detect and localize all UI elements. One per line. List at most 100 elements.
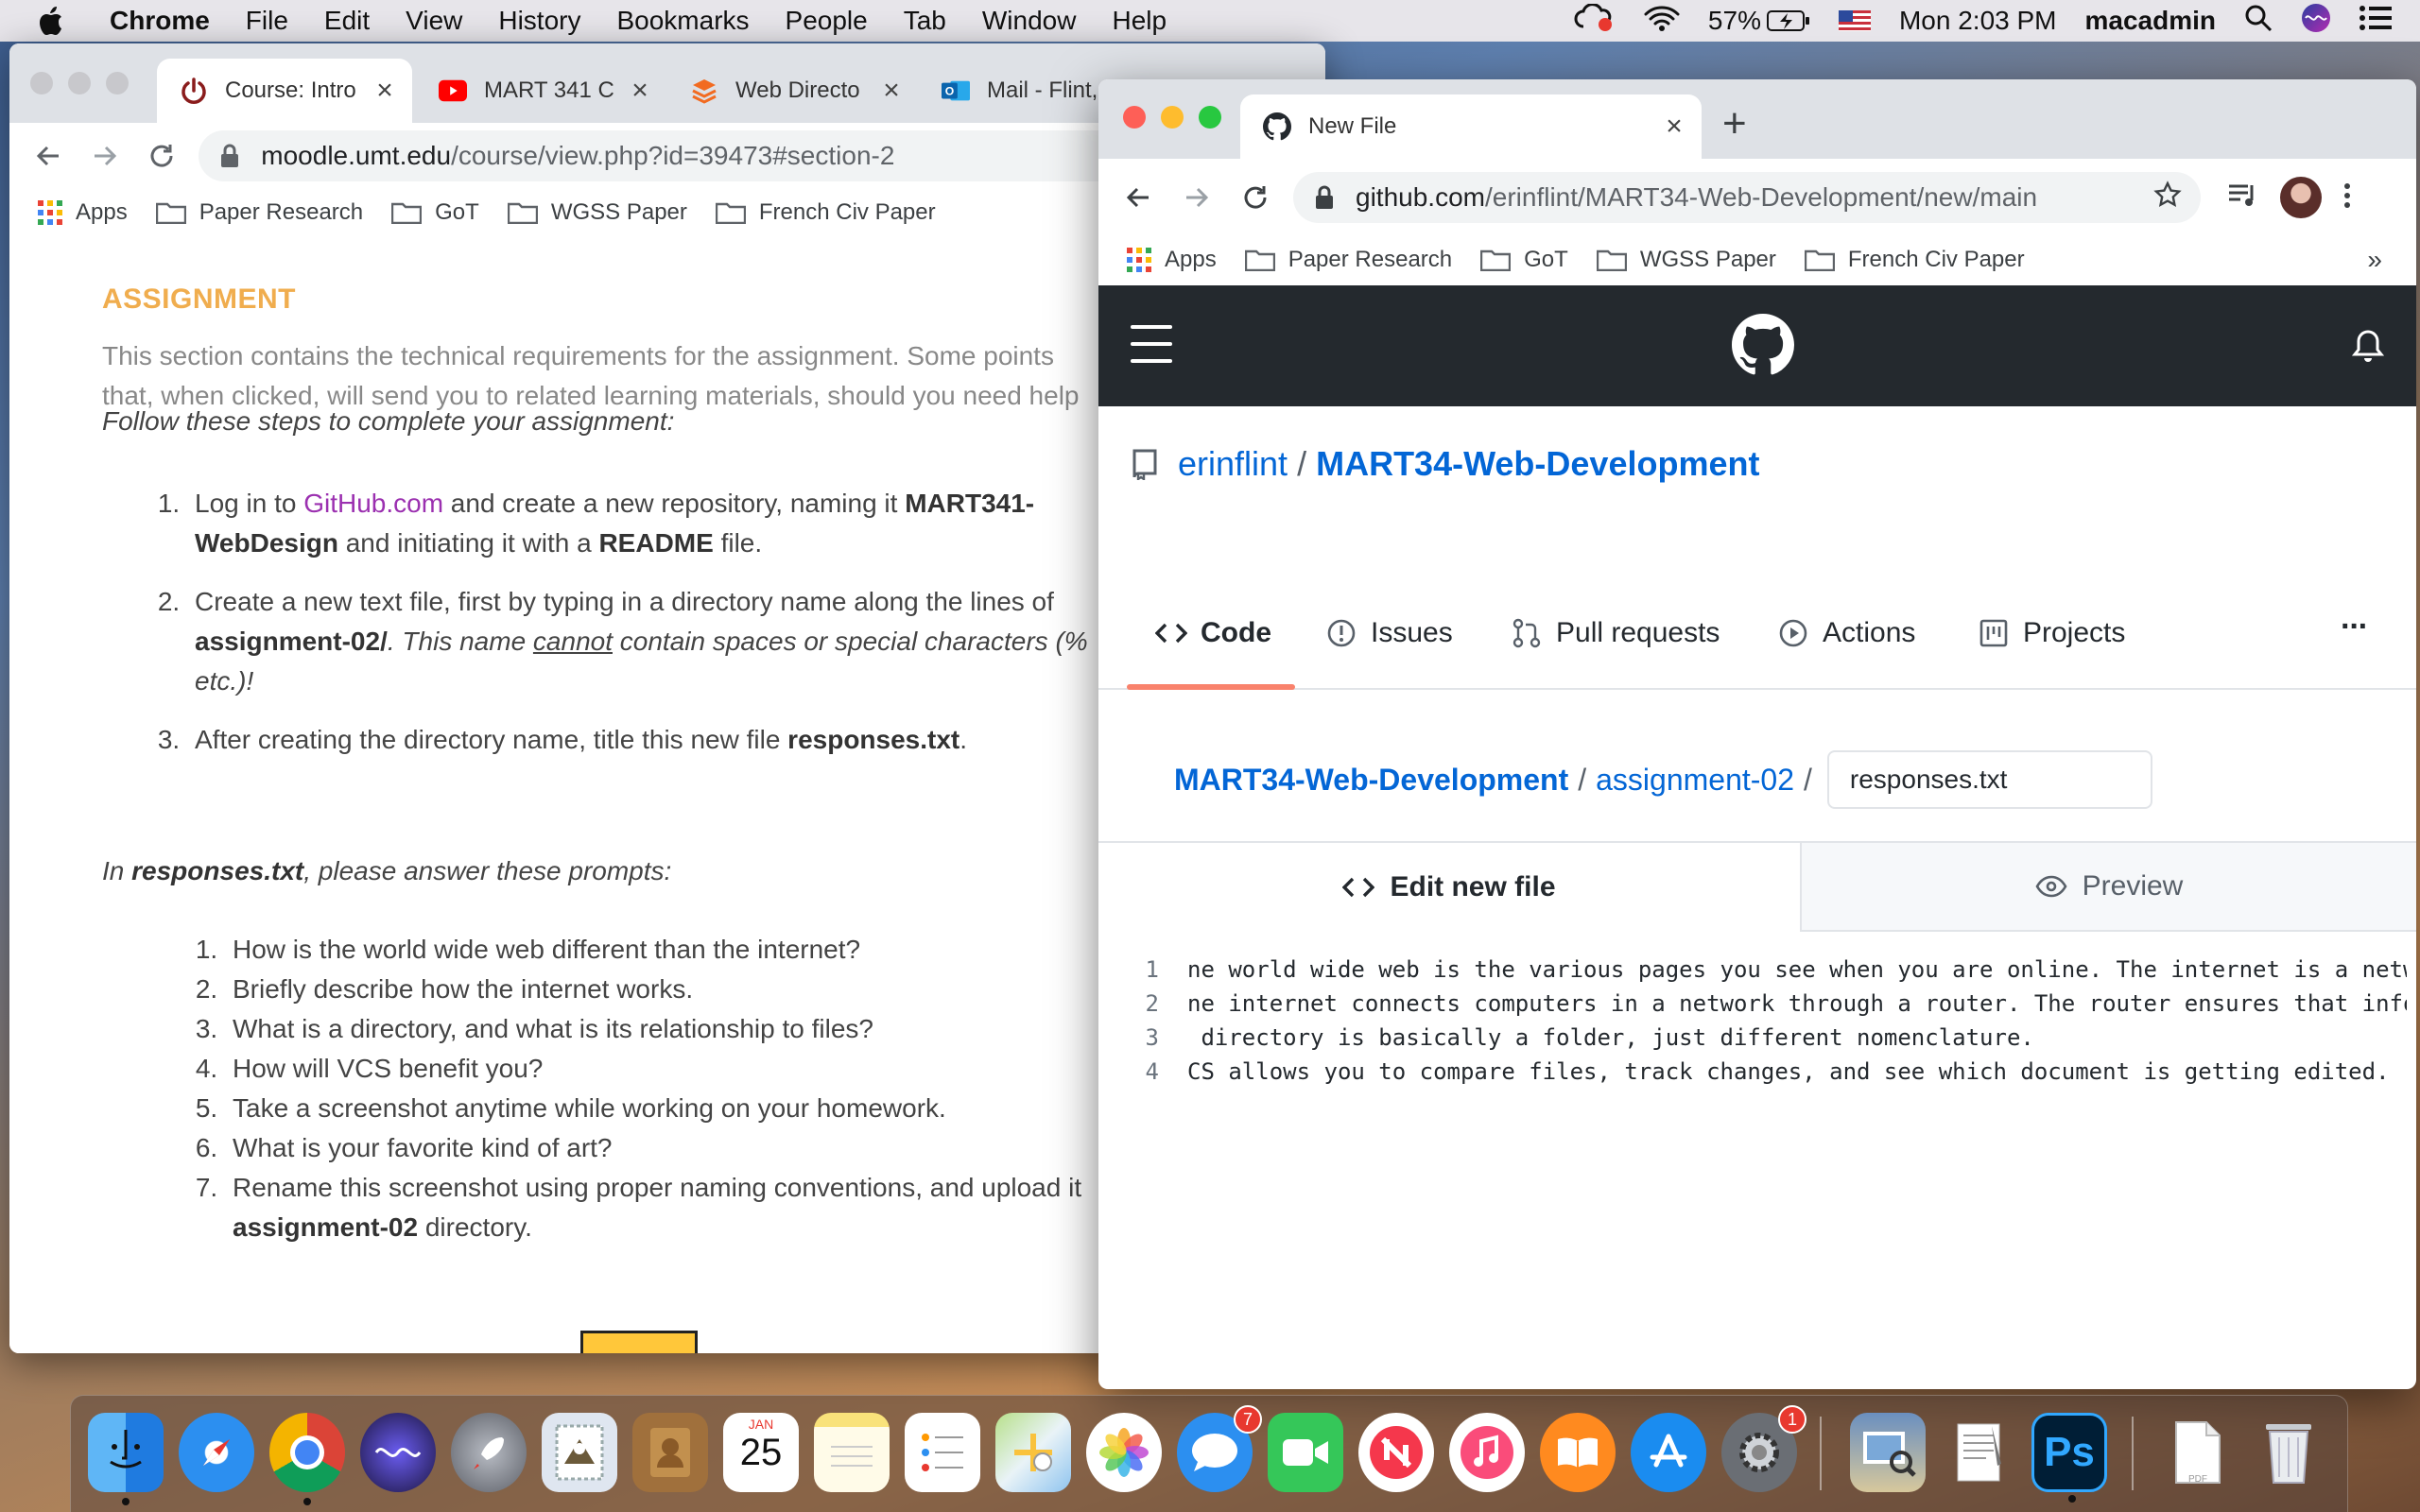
line-text[interactable]: CS allows you to compare files, track ch… xyxy=(1187,1058,2407,1085)
bookmark-star-icon[interactable] xyxy=(2153,180,2182,215)
textedit-icon[interactable] xyxy=(1941,1413,2016,1492)
contacts-book-icon[interactable] xyxy=(632,1413,708,1492)
github-link[interactable]: GitHub.com xyxy=(303,489,443,518)
tab-pull-requests[interactable]: Pull requests xyxy=(1511,605,1720,662)
siri-app-icon[interactable] xyxy=(360,1413,436,1492)
facetime-icon[interactable] xyxy=(1268,1413,1343,1492)
more-options-button[interactable]: ··· xyxy=(2341,609,2369,645)
zoom-window-button[interactable] xyxy=(1199,106,1221,129)
menu-file[interactable]: File xyxy=(246,6,288,36)
tab-course-intro[interactable]: Course: Intro × xyxy=(157,59,412,123)
reload-icon[interactable] xyxy=(1236,179,1274,216)
notes-icon[interactable] xyxy=(814,1413,890,1492)
tab-code[interactable]: Code xyxy=(1155,605,1271,662)
safari-icon[interactable] xyxy=(179,1413,254,1492)
tab-mart341[interactable]: MART 341 C × xyxy=(416,59,667,123)
bookmark-got[interactable]: GoT xyxy=(391,199,479,226)
wifi-icon[interactable] xyxy=(1644,5,1680,38)
address-bar[interactable]: github.com/erinflint/MART34-Web-Developm… xyxy=(1293,172,2201,223)
forward-arrow-icon[interactable] xyxy=(1178,179,1216,216)
menu-history[interactable]: History xyxy=(498,6,580,36)
minimize-window-button[interactable] xyxy=(68,72,91,94)
spotlight-search-icon[interactable] xyxy=(2244,4,2273,39)
notifications-bell-icon[interactable] xyxy=(2352,329,2384,363)
itunes-icon[interactable] xyxy=(1449,1413,1525,1492)
line-text[interactable]: ne world wide web is the various pages y… xyxy=(1187,956,2407,983)
menu-tab[interactable]: Tab xyxy=(904,6,946,36)
menu-help[interactable]: Help xyxy=(1112,6,1167,36)
chrome-menu-icon[interactable] xyxy=(2342,181,2352,215)
back-arrow-icon[interactable] xyxy=(1119,179,1157,216)
filename-input[interactable]: responses.txt xyxy=(1826,750,2152,809)
menu-app-chrome[interactable]: Chrome xyxy=(110,6,210,36)
menu-window[interactable]: Window xyxy=(982,6,1077,36)
notification-center-icon[interactable] xyxy=(2360,5,2392,37)
calendar-icon[interactable]: JAN 25 xyxy=(723,1413,799,1492)
maps-icon[interactable] xyxy=(995,1413,1071,1492)
finder-icon[interactable] xyxy=(88,1413,164,1505)
messages-icon[interactable]: 7 xyxy=(1177,1405,1262,1492)
menu-edit[interactable]: Edit xyxy=(324,6,370,36)
close-tab-icon[interactable]: × xyxy=(1660,111,1688,143)
photoshop-icon[interactable]: Ps xyxy=(2031,1413,2107,1503)
apple-menu-icon[interactable] xyxy=(38,5,72,37)
line-text[interactable]: ne internet connects computers in a netw… xyxy=(1187,990,2407,1017)
bookmark-french-civ-paper[interactable]: French Civ Paper xyxy=(1804,247,2025,273)
pdf-document-icon[interactable]: PDF xyxy=(2160,1413,2236,1492)
minimize-window-button[interactable] xyxy=(1161,106,1184,129)
mail-stamp-icon[interactable] xyxy=(542,1413,617,1492)
preview-icon[interactable] xyxy=(1850,1413,1926,1492)
breadcrumb-repo-link[interactable]: MART34-Web-Development xyxy=(1174,763,1568,798)
back-arrow-icon[interactable] xyxy=(30,137,66,175)
github-logo-icon[interactable] xyxy=(1732,314,1794,376)
menu-view[interactable]: View xyxy=(406,6,462,36)
hamburger-menu-icon[interactable] xyxy=(1131,325,1172,363)
close-tab-icon[interactable]: × xyxy=(371,75,399,107)
reload-icon[interactable] xyxy=(144,137,180,175)
media-playlist-icon[interactable] xyxy=(2227,181,2259,215)
creative-cloud-icon[interactable] xyxy=(1574,2,1616,39)
menu-people[interactable]: People xyxy=(786,6,868,36)
menu-user[interactable]: macadmin xyxy=(2085,6,2217,36)
profile-avatar[interactable] xyxy=(2280,177,2322,218)
tab-web-directory[interactable]: Web Directo × xyxy=(667,59,919,123)
app-store-icon[interactable] xyxy=(1631,1413,1706,1492)
screenshot-thumbnail[interactable] xyxy=(580,1331,698,1353)
trash-icon[interactable] xyxy=(2251,1413,2326,1492)
bookmark-apps[interactable]: Apps xyxy=(38,199,128,226)
zoom-window-button[interactable] xyxy=(106,72,129,94)
tab-actions[interactable]: Actions xyxy=(1777,605,1915,662)
tab-new-file[interactable]: New File × xyxy=(1240,94,1702,159)
code-editor[interactable]: 1 ne world wide web is the various pages… xyxy=(1098,953,2416,1089)
bookmark-french-civ-paper[interactable]: French Civ Paper xyxy=(715,199,936,226)
breadcrumb-folder-link[interactable]: assignment-02 xyxy=(1596,763,1794,798)
bookmark-wgss-paper[interactable]: WGSS Paper xyxy=(1596,247,1776,273)
tab-projects[interactable]: Projects xyxy=(1978,605,2125,662)
repo-owner-link[interactable]: erinflint xyxy=(1178,444,1288,484)
menu-bookmarks[interactable]: Bookmarks xyxy=(616,6,749,36)
photos-icon[interactable] xyxy=(1086,1413,1162,1492)
tab-preview[interactable]: Preview xyxy=(1802,841,2416,932)
close-tab-icon[interactable]: × xyxy=(877,75,906,107)
input-source-flag-icon[interactable] xyxy=(1838,10,1871,31)
bookmarks-overflow-button[interactable]: » xyxy=(2367,245,2382,275)
tab-issues[interactable]: Issues xyxy=(1325,605,1453,662)
news-icon[interactable] xyxy=(1358,1413,1434,1492)
bookmark-wgss-paper[interactable]: WGSS Paper xyxy=(507,199,687,226)
close-window-button[interactable] xyxy=(30,72,53,94)
siri-icon[interactable] xyxy=(2301,3,2331,40)
books-icon[interactable] xyxy=(1540,1413,1616,1492)
chrome-icon[interactable] xyxy=(269,1413,345,1505)
bookmark-paper-research[interactable]: Paper Research xyxy=(155,199,363,226)
bookmark-apps[interactable]: Apps xyxy=(1127,247,1217,273)
close-window-button[interactable] xyxy=(1123,106,1146,129)
bookmark-got[interactable]: GoT xyxy=(1480,247,1568,273)
menu-clock[interactable]: Mon 2:03 PM xyxy=(1899,6,2057,36)
battery-indicator[interactable]: 57% xyxy=(1708,6,1810,36)
tab-edit-new-file[interactable]: Edit new file xyxy=(1098,841,1802,932)
bookmark-paper-research[interactable]: Paper Research xyxy=(1244,247,1452,273)
new-tab-plus-icon[interactable]: + xyxy=(1722,100,1747,147)
repo-name-link[interactable]: MART34-Web-Development xyxy=(1316,444,1759,484)
reminders-icon[interactable] xyxy=(905,1413,980,1492)
close-tab-icon[interactable]: × xyxy=(626,75,654,107)
